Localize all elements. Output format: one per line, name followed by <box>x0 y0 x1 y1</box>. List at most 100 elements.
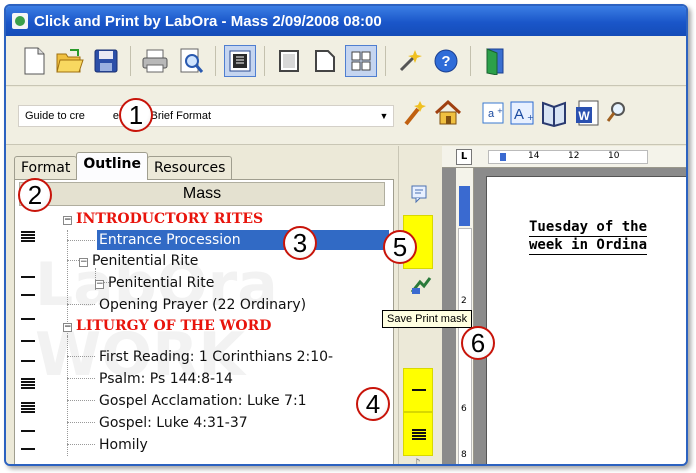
tab-outline[interactable]: Outline <box>76 152 148 180</box>
format-toolbar: Guide to cre eople's Brief Format ▼ a + A +… <box>6 87 686 145</box>
outline-group-label: Penitential Rite <box>92 253 199 269</box>
outline-item-selected[interactable]: Entrance Procession <box>97 230 389 250</box>
outline-item[interactable]: Homily <box>99 435 148 455</box>
print-marker-icon[interactable] <box>21 402 35 414</box>
marker-line-button[interactable] <box>403 368 433 412</box>
outline-item-label: First Reading: 1 Corinthians 2:10- <box>99 349 334 365</box>
print-marker-icon[interactable] <box>21 378 35 390</box>
callout-5: 5 <box>383 230 417 264</box>
outline-section-label: LITURGY OF THE WORD <box>76 318 272 334</box>
outline-group[interactable]: − Penitential Rite <box>79 251 198 271</box>
search-icon[interactable] <box>606 99 626 131</box>
marker-block-button[interactable] <box>403 412 433 456</box>
outline-item-label: Gospel Acclamation: Luke 7:1 <box>99 393 307 409</box>
grid-view-icon[interactable] <box>345 44 377 77</box>
print-marker-icon[interactable] <box>21 318 35 320</box>
print-marker-icon[interactable] <box>21 448 35 450</box>
outline-section-label: INTRODUCTORY RITES <box>76 211 264 227</box>
chevron-down-icon[interactable]: ▼ <box>377 106 391 126</box>
print-marker-icon[interactable] <box>21 430 35 432</box>
collapse-icon[interactable]: − <box>63 216 72 225</box>
outline-subgroup-label: Penitential Rite <box>108 275 215 291</box>
outline-header[interactable]: Mass <box>19 182 385 206</box>
outline-item[interactable]: Gospel Acclamation: Luke 7:1 <box>99 391 307 411</box>
ruler-corner-label: L <box>460 151 468 162</box>
outline-section[interactable]: − LITURGY OF THE WORD <box>63 316 271 336</box>
print-marker-column <box>19 180 39 464</box>
svg-text:?: ? <box>441 53 450 70</box>
callout-3: 3 <box>283 226 317 260</box>
app-logo-icon <box>12 13 28 29</box>
callout-1: 1 <box>119 98 153 132</box>
title-bar: Click and Print by LabOra - Mass 2/09/20… <box>6 6 686 36</box>
left-panel: Format Outline Resources LabOra WORK Mass <box>6 146 398 464</box>
book-icon[interactable] <box>540 99 568 131</box>
help-icon[interactable]: ? <box>430 45 462 77</box>
page-preview-pane: L 14 12 10 2 6 8 Tuesday of the week in … <box>442 146 686 464</box>
tab-resources[interactable]: Resources <box>146 156 233 180</box>
ruler-corner-button[interactable]: L <box>456 149 472 165</box>
print-mask-icon[interactable] <box>410 184 430 208</box>
outline-item-label: Homily <box>99 437 148 453</box>
guide-dropdown[interactable]: Guide to cre eople's Brief Format ▼ <box>18 105 394 127</box>
outline-item-label: Gospel: Luke 4:31-37 <box>99 415 248 431</box>
ruler-tick-label: 6 <box>461 404 467 414</box>
save-print-mask-tooltip: Save Print mask <box>382 310 473 328</box>
svg-text:A: A <box>514 106 524 123</box>
collapse-icon[interactable]: − <box>79 258 88 267</box>
outline-tree: LabOra WORK Mass − INTRODUCTORY RITES En… <box>14 179 394 464</box>
outline-item[interactable]: First Reading: 1 Corinthians 2:10- <box>99 347 333 367</box>
ruler-tick-label: 10 <box>608 151 620 161</box>
style-button-strip: ♪ <box>398 146 440 464</box>
outline-item[interactable]: Gospel: Luke 4:31-37 <box>99 413 248 433</box>
document-page: Tuesday of the week in Ordina <box>486 176 686 464</box>
outline-item-label: Psalm: Ps 144:8-14 <box>99 371 233 387</box>
print-marker-icon[interactable] <box>21 340 35 342</box>
collapse-icon[interactable]: − <box>63 323 72 332</box>
outline-item-label: Entrance Procession <box>99 232 241 248</box>
ruler-tick-label: 8 <box>461 450 467 460</box>
outline-section[interactable]: − INTRODUCTORY RITES <box>63 209 263 229</box>
ruler-tick-label: 2 <box>461 296 467 306</box>
print-icon[interactable] <box>139 45 171 77</box>
word-doc-icon[interactable]: W <box>574 99 600 131</box>
svg-text:a: a <box>488 108 495 120</box>
outline-item[interactable]: Opening Prayer (22 Ordinary) <box>99 295 306 315</box>
callout-4: 4 <box>356 387 390 421</box>
collapse-icon[interactable]: − <box>95 280 104 289</box>
new-document-icon[interactable] <box>18 45 50 77</box>
main-toolbar: ? <box>6 36 686 86</box>
text-large-icon[interactable]: A + <box>510 101 534 129</box>
wizard-icon[interactable] <box>394 45 426 77</box>
document-line: Tuesday of the <box>529 219 648 237</box>
document-text: Tuesday of the week in Ordina <box>529 219 648 255</box>
save-disk-icon[interactable] <box>90 45 122 77</box>
single-page-icon[interactable] <box>273 45 305 77</box>
svg-text:W: W <box>578 109 590 123</box>
text-small-icon[interactable]: a + <box>482 102 504 128</box>
document-line: week in Ordina <box>529 237 648 255</box>
window-title: Click and Print by LabOra - Mass 2/09/20… <box>34 12 382 30</box>
callout-6: 6 <box>461 326 495 360</box>
print-marker-icon[interactable] <box>21 276 35 278</box>
exit-door-icon[interactable] <box>479 45 511 77</box>
open-folder-icon[interactable] <box>54 45 86 77</box>
svg-text:+: + <box>527 113 534 122</box>
save-print-mask-icon[interactable] <box>410 276 432 300</box>
tab-format[interactable]: Format <box>14 156 78 180</box>
guide-dropdown-text: Guide to cre <box>25 110 85 122</box>
print-preview-icon[interactable] <box>175 45 207 77</box>
print-marker-icon[interactable] <box>21 231 35 243</box>
outline-item[interactable]: Psalm: Ps 144:8-14 <box>99 369 233 389</box>
outline-item-label: Opening Prayer (22 Ordinary) <box>99 297 307 313</box>
print-marker-icon[interactable] <box>21 294 35 296</box>
home-icon[interactable] <box>434 99 462 131</box>
outline-view-icon[interactable] <box>224 44 256 77</box>
page-icon[interactable] <box>309 45 341 77</box>
print-marker-icon[interactable] <box>21 360 35 362</box>
music-note-icon[interactable]: ♪ <box>413 456 421 464</box>
tab-strip: Format Outline Resources <box>14 152 233 180</box>
svg-text:+: + <box>497 107 503 115</box>
outline-subgroup[interactable]: − Penitential Rite <box>95 273 214 293</box>
magic-wand-icon[interactable] <box>402 99 428 131</box>
